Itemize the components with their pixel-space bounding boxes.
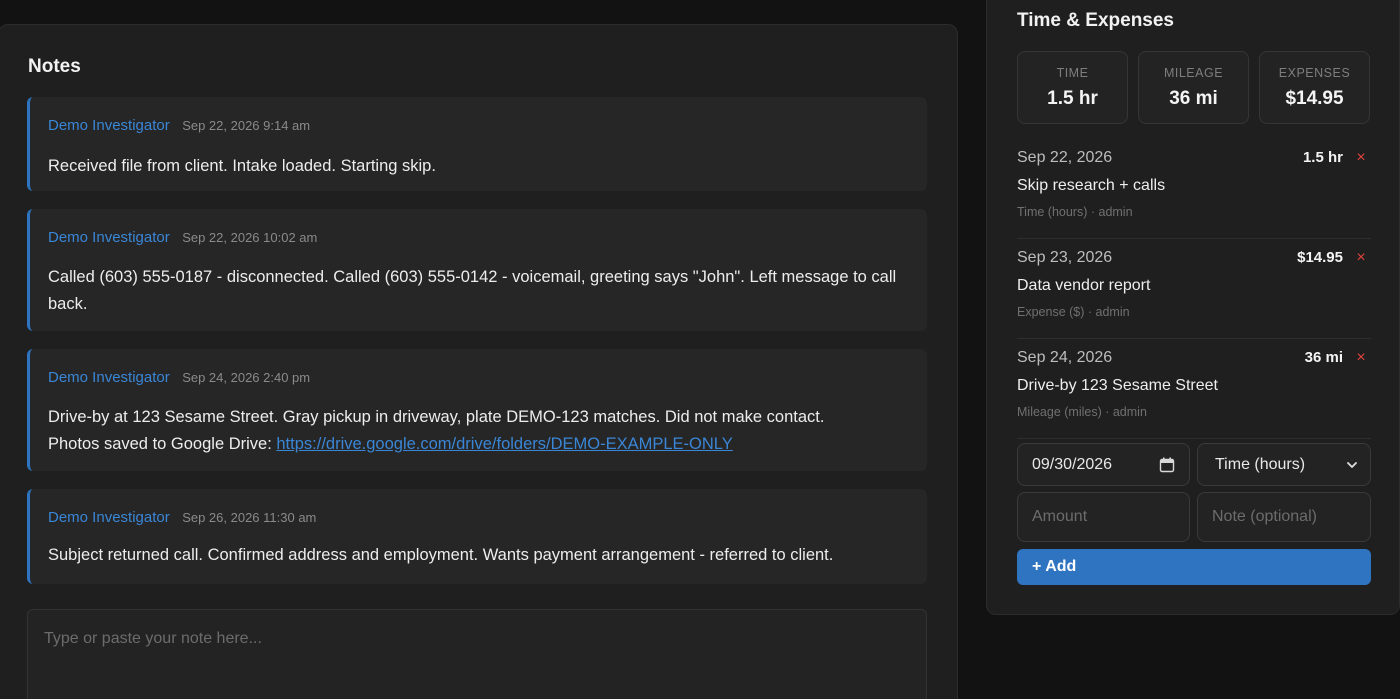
note-body-text: Photos saved to Google Drive:	[48, 435, 277, 453]
notes-title: Notes	[28, 56, 81, 77]
note-author: Demo Investigator	[48, 509, 170, 526]
note-header: Demo Investigator Sep 26, 2026 11:30 am	[48, 509, 316, 527]
entry-date: Sep 24, 2026	[1017, 349, 1113, 366]
stat-label: Expenses	[1278, 66, 1351, 80]
note-author: Demo Investigator	[48, 369, 170, 386]
time-expenses-title: Time & Expenses	[1017, 10, 1175, 31]
entry-amount: 1.5 hr	[1302, 149, 1343, 166]
entry-date: Sep 22, 2026	[1017, 149, 1113, 166]
note-body: Drive-by at 123 Sesame Street. Gray pick…	[48, 404, 909, 458]
note-author: Demo Investigator	[48, 229, 170, 246]
entry-amount: $14.95	[1297, 249, 1343, 266]
note-card: Demo Investigator Sep 22, 2026 9:14 am R…	[27, 97, 927, 191]
drive-folder-link[interactable]: https://drive.google.com/drive/folders/D…	[276, 435, 732, 453]
chevron-down-icon	[1347, 462, 1357, 468]
entry-type-select[interactable]: Time (hours)	[1197, 443, 1371, 486]
amount-input[interactable]	[1017, 492, 1190, 542]
entry-amount: 36 mi	[1304, 349, 1343, 366]
note-body-text: Drive-by at 123 Sesame Street. Gray pick…	[48, 408, 825, 426]
note-author: Demo Investigator	[48, 117, 170, 134]
entry-date: Sep 23, 2026	[1017, 249, 1113, 266]
entry-meta: Time (hours) · admin	[1017, 205, 1133, 219]
entry-meta: Mileage (miles) · admin	[1017, 405, 1147, 419]
entry-row: Sep 22, 2026 1.5 hr × Skip research + ca…	[1017, 139, 1371, 239]
entry-row: Sep 23, 2026 $14.95 × Data vendor report…	[1017, 239, 1371, 339]
note-body: Called (603) 555-0187 - disconnected. Ca…	[48, 268, 897, 313]
entry-description: Skip research + calls	[1017, 177, 1166, 194]
delete-entry-button[interactable]: ×	[1353, 249, 1369, 267]
date-value: 09/30/2026	[1032, 456, 1113, 473]
stat-time: Time 1.5 hr	[1017, 51, 1128, 124]
delete-entry-button[interactable]: ×	[1353, 349, 1369, 367]
note-timestamp: Sep 22, 2026 10:02 am	[182, 230, 318, 245]
note-timestamp: Sep 26, 2026 11:30 am	[182, 510, 317, 525]
entry-type-value: Time (hours)	[1215, 456, 1306, 473]
note-timestamp: Sep 24, 2026 2:40 pm	[182, 370, 311, 385]
close-icon: ×	[1356, 349, 1366, 366]
note-card: Demo Investigator Sep 26, 2026 11:30 am …	[27, 489, 927, 584]
stat-value: 1.5 hr	[1047, 88, 1098, 109]
stat-value: $14.95	[1285, 88, 1344, 109]
calendar-icon[interactable]	[1159, 457, 1175, 473]
stat-label: Mileage	[1163, 66, 1224, 80]
close-icon: ×	[1356, 149, 1366, 166]
stat-expenses: Expenses $14.95	[1259, 51, 1370, 124]
note-header: Demo Investigator Sep 22, 2026 9:14 am	[48, 117, 310, 135]
date-input[interactable]: 09/30/2026	[1017, 443, 1190, 486]
note-body: Received file from client. Intake loaded…	[48, 157, 436, 175]
note-header: Demo Investigator Sep 22, 2026 10:02 am	[48, 229, 317, 247]
note-optional-input[interactable]	[1197, 492, 1371, 542]
entry-description: Data vendor report	[1017, 277, 1151, 294]
entry-row: Sep 24, 2026 36 mi × Drive-by 123 Sesame…	[1017, 339, 1371, 439]
note-card: Demo Investigator Sep 24, 2026 2:40 pm D…	[27, 349, 927, 471]
page: Notes Demo Investigator Sep 22, 2026 9:1…	[0, 0, 1400, 699]
entry-meta: Expense ($) · admin	[1017, 305, 1130, 319]
entry-description: Drive-by 123 Sesame Street	[1017, 377, 1218, 394]
note-input[interactable]	[27, 609, 927, 699]
note-header: Demo Investigator Sep 24, 2026 2:40 pm	[48, 369, 310, 387]
stat-label: Time	[1056, 66, 1089, 80]
note-card: Demo Investigator Sep 22, 2026 10:02 am …	[27, 209, 927, 331]
close-icon: ×	[1356, 249, 1366, 266]
note-body: Subject returned call. Confirmed address…	[48, 546, 834, 564]
add-entry-button[interactable]: + Add	[1017, 549, 1371, 585]
stat-mileage: Mileage 36 mi	[1138, 51, 1249, 124]
note-timestamp: Sep 22, 2026 9:14 am	[182, 118, 311, 133]
delete-entry-button[interactable]: ×	[1353, 149, 1369, 167]
stat-value: 36 mi	[1169, 88, 1218, 109]
